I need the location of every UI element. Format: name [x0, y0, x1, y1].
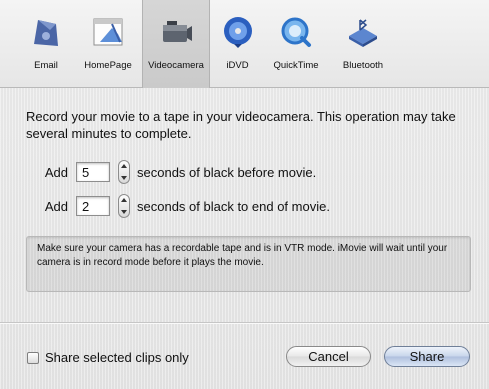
- share-toolbar: Email HomePage Videocamera iDVD QuickTim…: [0, 0, 489, 88]
- quicktime-icon: [281, 17, 311, 47]
- tab-idvd[interactable]: iDVD: [210, 0, 265, 88]
- add-before-label: Add: [44, 164, 68, 180]
- vtr-mode-note: Make sure your camera has a recordable t…: [26, 236, 471, 292]
- tab-idvd-label: iDVD: [226, 60, 249, 71]
- description-text: Record your movie to a tape in your vide…: [26, 109, 456, 141]
- email-icon: [34, 20, 58, 46]
- black-before-suffix: seconds of black before movie.: [137, 164, 317, 180]
- add-after-label: Add: [44, 198, 68, 214]
- tab-videocamera-label: Videocamera: [148, 60, 204, 71]
- idvd-icon: [223, 17, 252, 48]
- videocamera-icon: [163, 21, 192, 42]
- share-selected-clips-checkbox[interactable]: [27, 351, 39, 364]
- black-before-row: Add 5 seconds of black before movie.: [28, 160, 316, 184]
- stepper-down-icon: [121, 176, 127, 180]
- tab-homepage-label: HomePage: [84, 60, 132, 71]
- tab-quicktime[interactable]: QuickTime: [265, 0, 327, 88]
- tab-videocamera[interactable]: Videocamera: [142, 0, 210, 88]
- stepper-down-icon: [121, 210, 127, 214]
- black-after-field[interactable]: 2: [76, 196, 110, 216]
- stepper-up-icon: [121, 198, 127, 202]
- videocamera-pane: Record your movie to a tape in your vide…: [0, 88, 489, 389]
- homepage-icon: [93, 18, 123, 46]
- black-before-stepper[interactable]: [118, 160, 130, 184]
- tab-homepage[interactable]: HomePage: [74, 0, 142, 88]
- stepper-up-icon: [121, 164, 127, 168]
- share-selected-clips-option[interactable]: Share selected clips only: [27, 350, 189, 365]
- black-before-field[interactable]: 5: [76, 162, 110, 182]
- black-after-suffix: seconds of black to end of movie.: [137, 198, 330, 214]
- black-after-row: Add 2 seconds of black to end of movie.: [28, 194, 330, 218]
- share-sheet: Email HomePage Videocamera iDVD QuickTim…: [0, 0, 489, 389]
- tab-quicktime-label: QuickTime: [273, 60, 319, 71]
- black-after-stepper[interactable]: [118, 194, 130, 218]
- tab-email-label: Email: [34, 60, 58, 71]
- footer-divider-highlight: [0, 323, 489, 324]
- tab-email[interactable]: Email: [18, 0, 74, 88]
- share-button[interactable]: Share: [384, 346, 470, 367]
- tab-bluetooth-label: Bluetooth: [342, 60, 384, 71]
- share-selected-clips-label: Share selected clips only: [45, 350, 189, 365]
- cancel-button[interactable]: Cancel: [286, 346, 371, 367]
- bluetooth-icon: [349, 19, 377, 47]
- tab-bluetooth[interactable]: Bluetooth: [327, 0, 399, 88]
